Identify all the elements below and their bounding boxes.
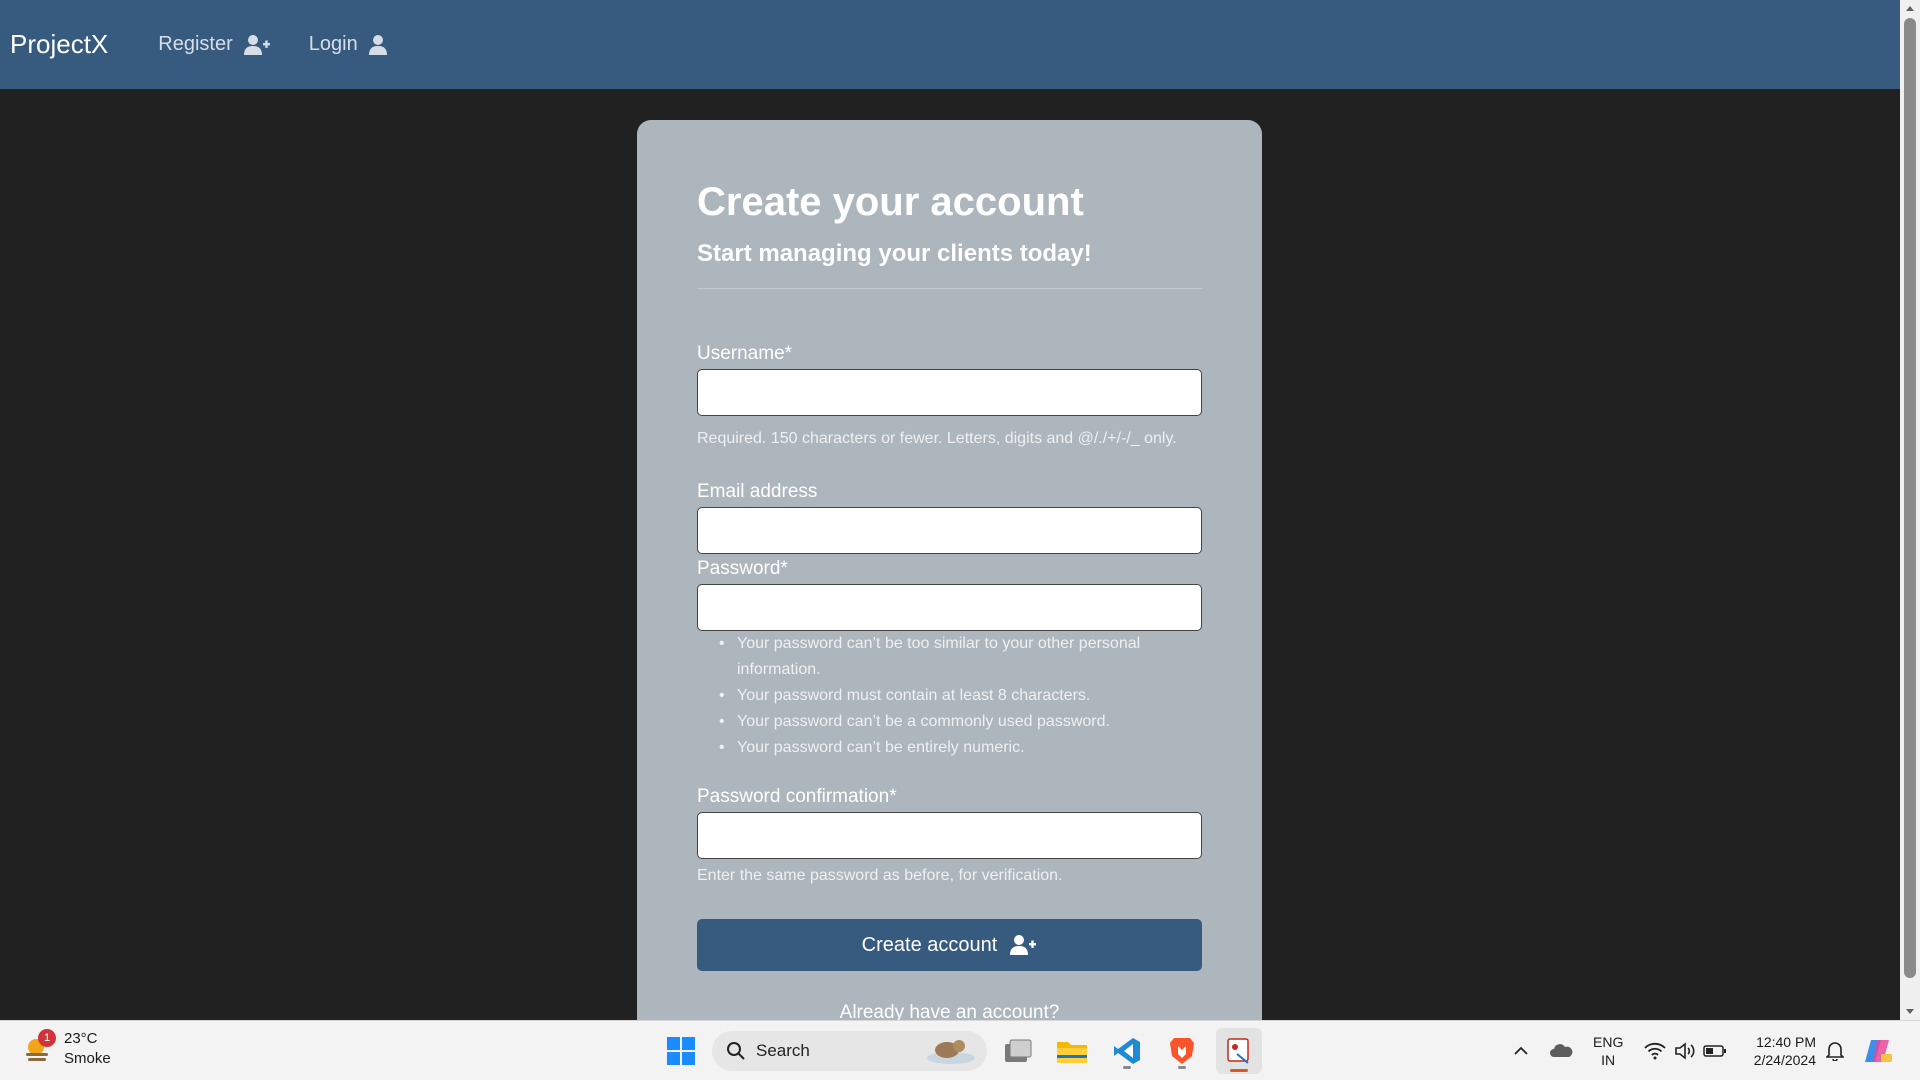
onedrive-cloud-icon[interactable] xyxy=(1541,1031,1581,1071)
password-confirm-help-text: Enter the same password as before, for v… xyxy=(697,867,1063,884)
snipping-tool-icon[interactable] xyxy=(1216,1028,1262,1074)
nav-login-label: Login xyxy=(308,33,358,55)
nav-register-link[interactable]: Register xyxy=(158,33,270,56)
windows-taskbar: 1 23°C Smoke Search ENG IN 12:40 PM 2/24… xyxy=(0,1020,1920,1080)
language-region: IN xyxy=(1601,1052,1616,1068)
clock-time: 12:40 PM xyxy=(1756,1034,1816,1050)
brave-browser-icon[interactable] xyxy=(1162,1031,1202,1071)
language-indicator[interactable]: ENG IN xyxy=(1593,1033,1623,1069)
windows-start-icon[interactable] xyxy=(661,1031,701,1071)
user-icon xyxy=(368,34,387,55)
taskbar-search[interactable]: Search xyxy=(712,1031,987,1071)
password-rule: Your password can’t be entirely numeric. xyxy=(697,735,1202,761)
password-rule: Your password must contain at least 8 ch… xyxy=(697,683,1202,709)
register-card: Create your account Start managing your … xyxy=(637,120,1262,1060)
email-label: Email address xyxy=(697,481,818,502)
navbar: ProjectX Register Login xyxy=(0,0,1900,89)
battery-icon[interactable] xyxy=(1695,1031,1735,1071)
scrollbar-thumb[interactable] xyxy=(1904,18,1916,978)
email-input[interactable] xyxy=(697,507,1202,554)
copilot-icon[interactable] xyxy=(1858,1031,1898,1071)
weather-info: 23°C Smoke xyxy=(64,1029,111,1069)
password-confirm-label: Password confirmation* xyxy=(697,786,897,807)
username-input[interactable] xyxy=(697,369,1202,416)
active-indicator xyxy=(1230,1069,1248,1072)
brand-logo[interactable]: ProjectX xyxy=(10,29,108,60)
create-account-label: Create account xyxy=(861,933,998,956)
vscode-icon[interactable] xyxy=(1107,1031,1147,1071)
notification-bell-icon[interactable] xyxy=(1815,1031,1855,1071)
password-rule: Your password can’t be a commonly used p… xyxy=(697,709,1202,735)
divider xyxy=(697,288,1202,289)
password-rules-list: Your password can’t be too similar to yo… xyxy=(697,631,1202,761)
create-account-button[interactable]: Create account xyxy=(697,919,1202,971)
search-highlight-image-icon xyxy=(927,1040,975,1064)
weather-desc: Smoke xyxy=(64,1050,111,1067)
task-view-icon[interactable] xyxy=(998,1031,1038,1071)
page-scrollbar[interactable] xyxy=(1900,0,1920,1020)
language-code: ENG xyxy=(1593,1034,1624,1050)
file-explorer-icon[interactable] xyxy=(1052,1031,1092,1071)
page-title: Create your account xyxy=(697,180,1084,224)
password-confirm-input[interactable] xyxy=(697,812,1202,859)
username-help-text: Required. 150 characters or fewer. Lette… xyxy=(697,430,1177,447)
active-indicator xyxy=(1123,1066,1131,1069)
username-label: Username* xyxy=(697,343,793,364)
scroll-down-arrow-icon[interactable] xyxy=(1900,1004,1920,1020)
password-label: Password* xyxy=(697,558,788,579)
weather-sun-icon: 1 xyxy=(22,1029,56,1065)
password-rule: Your password can’t be too similar to yo… xyxy=(697,631,1202,683)
weather-temp: 23°C xyxy=(64,1030,98,1047)
user-plus-icon xyxy=(243,34,270,55)
search-placeholder: Search xyxy=(756,1041,810,1060)
show-hidden-icons-chevron-icon[interactable] xyxy=(1501,1031,1541,1071)
nav-login-link[interactable]: Login xyxy=(309,33,388,56)
active-indicator xyxy=(1178,1066,1186,1069)
weather-widget[interactable]: 1 23°C Smoke xyxy=(22,1029,111,1069)
password-input[interactable] xyxy=(697,584,1202,631)
nav-register-label: Register xyxy=(158,33,233,55)
scroll-up-arrow-icon[interactable] xyxy=(1900,0,1920,16)
search-icon xyxy=(727,1042,745,1060)
weather-badge: 1 xyxy=(38,1029,56,1047)
user-plus-icon xyxy=(1010,935,1037,955)
system-clock[interactable]: 12:40 PM 2/24/2024 xyxy=(1738,1033,1816,1069)
page-subtitle: Start managing your clients today! xyxy=(697,240,1092,267)
clock-date: 2/24/2024 xyxy=(1753,1052,1816,1068)
